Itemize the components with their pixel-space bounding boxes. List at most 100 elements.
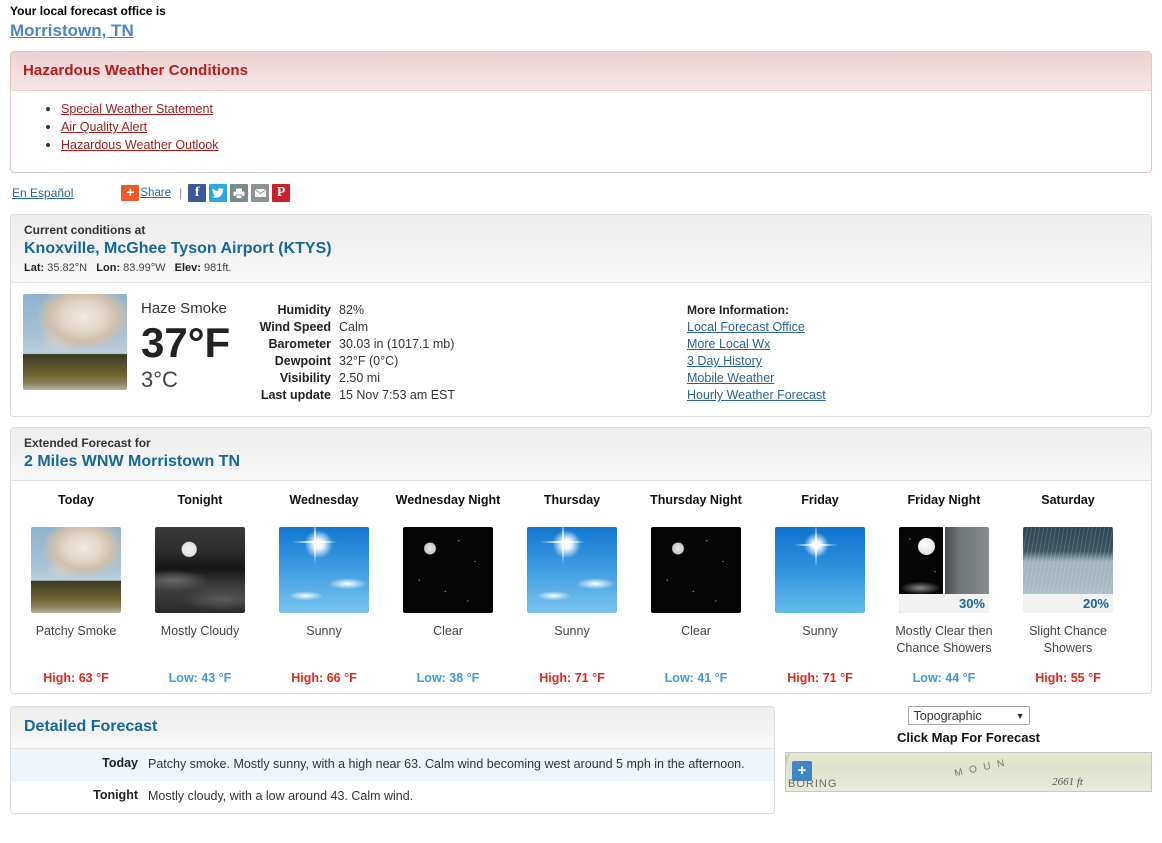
forecast-day-label: Tonight	[177, 493, 223, 507]
map-town-label: BORING	[788, 778, 838, 790]
sunny-icon[interactable]	[279, 527, 369, 613]
extended-forecast-location: 2 Miles WNW Morristown TN	[24, 453, 240, 470]
detail-row-last-update: Last update 15 Nov 7:53 am EST	[229, 387, 659, 404]
mostly-cloudy-night-icon[interactable]	[155, 527, 245, 613]
detailed-period-label: Tonight	[93, 788, 138, 802]
table-row: Today Patchy smoke. Mostly sunny, with a…	[11, 749, 774, 781]
forecast-temp: High: 71 °F	[539, 671, 605, 685]
hazardous-weather-title: Hazardous Weather Conditions	[23, 62, 249, 79]
forecast-day-label: Thursday Night	[650, 493, 742, 507]
clear-night-icon[interactable]	[403, 527, 493, 613]
detail-value: 30.03 in (1017.1 mb)	[339, 337, 455, 351]
forecast-column-wednesday-night[interactable]: Wednesday Night Clear Low: 38 °F	[386, 491, 510, 685]
share-separator: |	[179, 186, 183, 200]
hazardous-weather-header: Hazardous Weather Conditions	[11, 52, 1151, 91]
local-forecast-office-block: Your local forecast office is Morristown…	[0, 0, 1162, 41]
forecast-column-friday-night[interactable]: Friday Night 30% Mostly Clear then Chanc…	[882, 491, 1006, 685]
hazard-link-special-weather-statement[interactable]: Special Weather Statement	[61, 102, 213, 116]
station-name: Knoxville, McGhee Tyson Airport (KTYS)	[24, 240, 332, 257]
bottom-section: Detailed Forecast Today Patchy smoke. Mo…	[10, 706, 1152, 814]
cloud-decor	[900, 582, 941, 595]
share-link[interactable]: Share	[140, 187, 171, 199]
chance-showers-icon[interactable]: 20%	[1023, 527, 1113, 613]
forecast-condition: Slight Chance Showers	[1029, 624, 1107, 655]
forecast-column-tonight[interactable]: Tonight Mostly Cloudy Low: 43 °F	[138, 491, 262, 685]
map-layer-value: Topographic	[913, 708, 982, 723]
more-info-link-3-day-history[interactable]: 3 Day History	[687, 353, 826, 370]
map-layer-select[interactable]: Topographic ▼	[907, 706, 1030, 725]
forecast-condition: Clear	[681, 624, 711, 638]
more-info-link-more-local-wx[interactable]: More Local Wx	[687, 336, 826, 353]
list-item[interactable]: Hazardous Weather Outlook	[61, 136, 1151, 154]
extended-forecast-header: Extended Forecast for 2 Miles WNW Morris…	[11, 428, 1151, 481]
pinterest-icon[interactable]: P	[272, 184, 291, 202]
more-information-block: More Information: Local Forecast Office …	[659, 294, 826, 404]
forecast-temp: Low: 41 °F	[664, 671, 728, 685]
forecast-column-thursday-night[interactable]: Thursday Night Clear Low: 41 °F	[634, 491, 758, 685]
detail-key: Barometer	[268, 337, 331, 351]
lat-value: 35.82°N	[47, 262, 88, 274]
clear-night-icon[interactable]	[651, 527, 741, 613]
hazardous-weather-panel: Hazardous Weather Conditions Special Wea…	[10, 51, 1152, 173]
forecast-day-label: Today	[58, 493, 94, 507]
lon-value: 83.99°W	[123, 262, 166, 274]
twitter-bird-glyph	[212, 188, 225, 198]
forecast-column-friday[interactable]: Friday Sunny High: 71 °F	[758, 491, 882, 685]
elev-label: Elev:	[174, 262, 201, 274]
detail-value: Calm	[339, 320, 369, 334]
forecast-map[interactable]: M O U N + BORING 2661 ft	[785, 752, 1152, 792]
extended-forecast-columns: Today Patchy Smoke High: 63 °F Tonight M…	[11, 481, 1151, 693]
facebook-icon[interactable]: f	[188, 184, 207, 202]
forecast-column-today[interactable]: Today Patchy Smoke High: 63 °F	[14, 491, 138, 685]
forecast-day-label: Saturday	[1041, 493, 1095, 507]
current-temperature-block: Haze Smoke 37°F 3°C	[127, 294, 230, 404]
extended-forecast-panel: Extended Forecast for 2 Miles WNW Morris…	[10, 427, 1152, 694]
en-espanol-link[interactable]: En Español	[12, 186, 73, 200]
forecast-temp: Low: 44 °F	[912, 671, 976, 685]
smoke-photo-icon[interactable]	[31, 527, 121, 613]
office-link[interactable]: Morristown, TN	[10, 20, 134, 41]
detail-value: 82%	[339, 303, 365, 317]
addthis-plus-icon[interactable]: +	[121, 185, 140, 201]
forecast-condition: Sunny	[554, 624, 590, 638]
list-item[interactable]: Special Weather Statement	[61, 100, 1151, 118]
more-info-link-hourly-weather-forecast[interactable]: Hourly Weather Forecast	[687, 387, 826, 404]
forecast-temp: High: 71 °F	[787, 671, 853, 685]
detail-value: 2.50 mi	[339, 371, 380, 385]
chevron-down-icon: ▼	[1015, 710, 1025, 721]
share-buttons-group: + Share | f P	[121, 184, 293, 202]
map-ridge-label: M O U N	[953, 757, 1008, 780]
forecast-condition: Patchy Smoke	[35, 624, 117, 638]
current-temp-fahrenheit: 37°F	[141, 319, 231, 366]
detail-row-humidity: Humidity 82%	[229, 302, 659, 319]
hazard-link-air-quality-alert[interactable]: Air Quality Alert	[61, 120, 147, 134]
forecast-column-wednesday[interactable]: Wednesday Sunny High: 66 °F	[262, 491, 386, 685]
forecast-column-thursday[interactable]: Thursday Sunny High: 71 °F	[510, 491, 634, 685]
mostly-clear-then-showers-icon[interactable]: 30%	[899, 527, 989, 613]
detail-row-barometer: Barometer 30.03 in (1017.1 mb)	[229, 336, 659, 353]
more-info-link-local-forecast-office[interactable]: Local Forecast Office	[687, 319, 826, 336]
twitter-icon[interactable]	[209, 184, 228, 202]
more-info-link-mobile-weather[interactable]: Mobile Weather	[687, 370, 826, 387]
detailed-period-label: Today	[102, 756, 138, 770]
lat-label: Lat:	[24, 262, 45, 274]
forecast-condition: Clear	[433, 624, 463, 638]
sunny-icon[interactable]	[527, 527, 617, 613]
lon-label: Lon:	[96, 262, 121, 274]
detail-row-visibility: Visibility 2.50 mi	[229, 370, 659, 387]
forecast-day-label: Friday Night	[907, 493, 981, 507]
detail-key: Visibility	[279, 371, 331, 385]
list-item[interactable]: Air Quality Alert	[61, 118, 1151, 136]
map-column: Topographic ▼ Click Map For Forecast M O…	[775, 706, 1152, 814]
forecast-column-saturday[interactable]: Saturday 20% Slight Chance Showers High:…	[1006, 491, 1130, 685]
forecast-day-label: Thursday	[543, 493, 601, 507]
current-conditions-panel: Current conditions at Knoxville, McGhee …	[10, 214, 1152, 417]
forecast-condition: Mostly Cloudy	[160, 624, 240, 638]
sunny-icon[interactable]	[775, 527, 865, 613]
current-temp-celsius: 3°C	[141, 367, 178, 392]
office-label: Your local forecast office is	[10, 4, 166, 18]
hazard-link-hazardous-weather-outlook[interactable]: Hazardous Weather Outlook	[61, 138, 219, 152]
print-icon[interactable]	[230, 184, 249, 202]
email-icon[interactable]	[251, 184, 270, 202]
detail-key: Last update	[260, 388, 331, 402]
